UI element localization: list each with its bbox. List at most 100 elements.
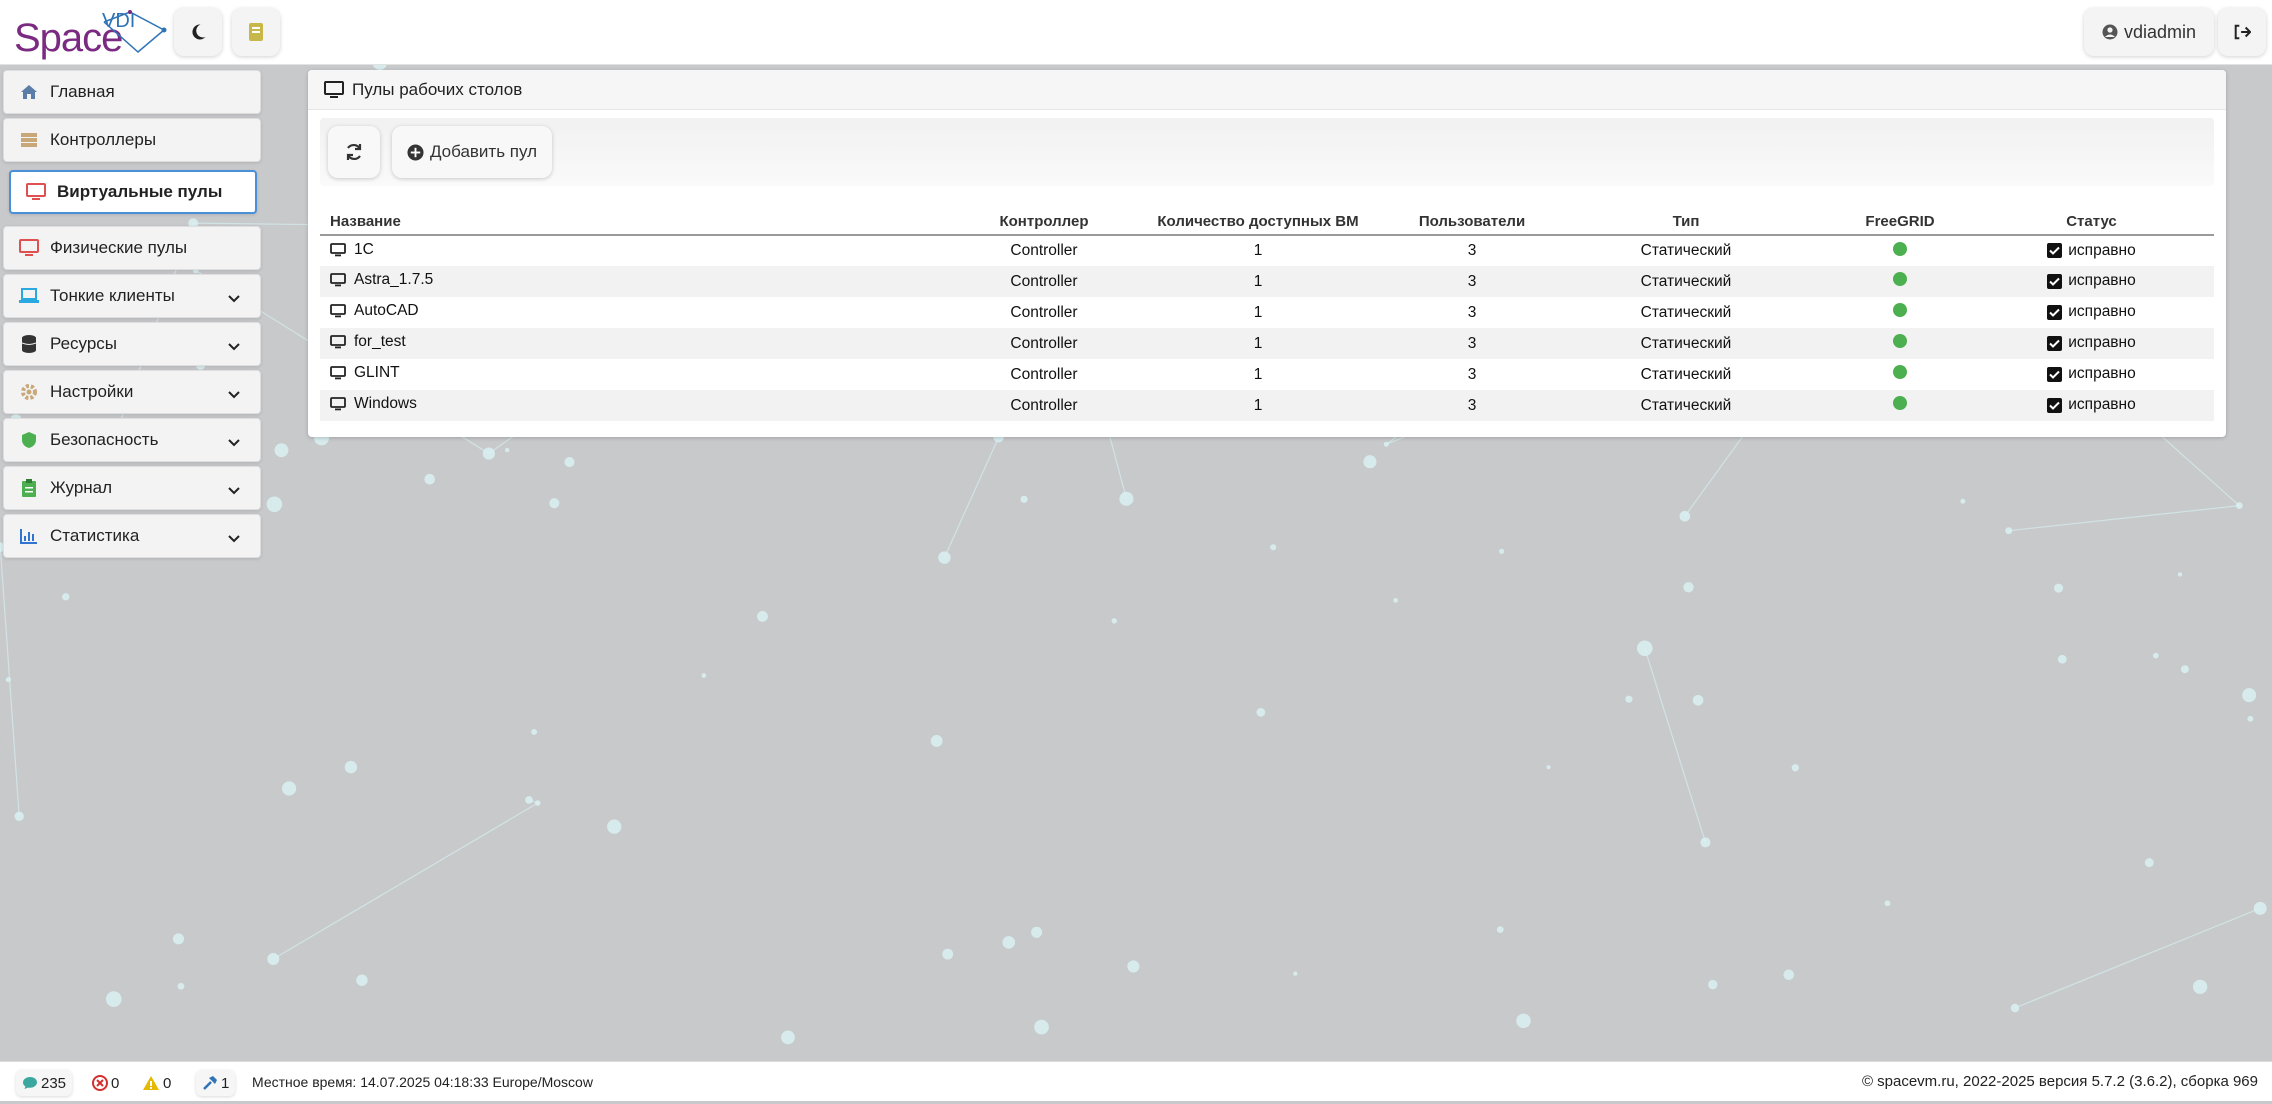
sidebar-item-label: Физические пулы <box>50 238 188 257</box>
pool-name[interactable]: Windows <box>354 395 417 413</box>
freegrid-cell <box>1831 235 1969 266</box>
col-status-header[interactable]: Статус <box>1969 208 2214 236</box>
pool-name-cell[interactable]: for_test <box>320 328 975 359</box>
logout-button[interactable] <box>2218 8 2266 56</box>
table-row[interactable]: Astra_1.7.5 Controller 1 3 Статический исправ… <box>320 266 2214 297</box>
check-square-icon <box>2047 335 2063 351</box>
gear-icon <box>18 381 40 403</box>
desktop-icon <box>25 181 47 203</box>
sidebar-item-journal[interactable]: Журнал <box>3 466 261 510</box>
sidebar-item-settings[interactable]: Настройки <box>3 370 261 414</box>
sidebar-item-home[interactable]: Главная <box>3 70 261 114</box>
table-row[interactable]: AutoCAD Controller 1 3 Статический исправно <box>320 297 2214 328</box>
sidebar-item-resources[interactable]: Ресурсы <box>3 322 261 366</box>
col-freegrid-header[interactable]: FreeGRID <box>1831 208 1969 236</box>
footer: 235 0 0 1 Местное время: 14.07.2025 04:1… <box>0 1061 2272 1101</box>
clipboard-icon <box>18 477 40 499</box>
sidebar-item-label: Тонкие клиенты <box>50 286 175 305</box>
check-square-icon <box>2047 243 2063 259</box>
col-users-header[interactable]: Пользователи <box>1403 208 1541 236</box>
desktop-icon <box>18 237 40 259</box>
table-row[interactable]: GLINT Controller 1 3 Статический исправно <box>320 359 2214 390</box>
freegrid-status-dot <box>1893 303 1907 317</box>
status-cell: исправно <box>1969 390 2214 421</box>
tasks-badge[interactable]: 1 <box>196 1070 236 1096</box>
top-header: Space VDI vdiadmin <box>0 0 2272 65</box>
table-row[interactable]: Windows Controller 1 3 Статический исправно <box>320 390 2214 421</box>
add-pool-button[interactable]: Добавить пул <box>392 126 552 178</box>
sidebar-item-physical-pools[interactable]: Физические пулы <box>3 226 261 270</box>
freegrid-cell <box>1831 390 1969 421</box>
database-icon <box>18 333 40 355</box>
desktop-icon <box>324 80 344 99</box>
spacevdi-logo[interactable]: Space VDI <box>14 6 167 60</box>
errors-badge[interactable]: 0 <box>86 1070 125 1096</box>
pool-name[interactable]: GLINT <box>354 364 400 382</box>
type-cell: Статический <box>1541 328 1831 359</box>
comment-icon <box>23 1077 37 1089</box>
freegrid-status-dot <box>1893 272 1907 286</box>
users-cell: 3 <box>1403 266 1541 297</box>
pool-name-cell[interactable]: Astra_1.7.5 <box>320 266 975 297</box>
check-square-icon <box>2047 366 2063 382</box>
check-square-icon <box>2047 397 2063 413</box>
add-pool-label: Добавить пул <box>429 142 538 161</box>
vm-count-cell: 1 <box>1113 328 1403 359</box>
sidebar-item-controllers[interactable]: Контроллеры <box>3 118 261 162</box>
desktop-icon <box>330 304 346 318</box>
pool-name-cell[interactable]: 1C <box>320 235 975 266</box>
table-row[interactable]: 1C Controller 1 3 Статический исправно <box>320 235 2214 266</box>
desktop-icon <box>330 397 346 411</box>
server-icon <box>18 129 40 151</box>
messages-badge[interactable]: 235 <box>16 1070 73 1096</box>
table-row[interactable]: for_test Controller 1 3 Статический исправно <box>320 328 2214 359</box>
pool-name[interactable]: AutoCAD <box>354 302 419 320</box>
panel-title: Пулы рабочих столов <box>352 79 523 99</box>
type-cell: Статический <box>1541 266 1831 297</box>
sidebar-item-virtual-pools[interactable]: Виртуальные пулы <box>9 170 257 214</box>
vm-count-cell: 1 <box>1253 303 1263 321</box>
sidebar-item-label: Безопасность <box>50 430 159 449</box>
status-cell: исправно <box>1969 328 2214 359</box>
refresh-button[interactable] <box>328 126 380 178</box>
error-icon <box>92 1075 108 1091</box>
freegrid-cell <box>1831 328 1969 359</box>
pool-name[interactable]: 1C <box>354 241 374 259</box>
col-type-header[interactable]: Тип <box>1541 208 1831 236</box>
table-header-row: Название Контроллер Количество доступных… <box>320 208 2214 236</box>
pool-name-cell[interactable]: GLINT <box>320 359 975 390</box>
controller-cell: Controller <box>1010 365 1078 383</box>
vm-count-cell: 1 <box>1253 242 1263 259</box>
pool-name[interactable]: for_test <box>354 333 406 351</box>
warnings-badge[interactable]: 0 <box>136 1070 177 1096</box>
theme-toggle-button[interactable] <box>174 8 222 56</box>
moon-icon <box>192 24 206 40</box>
col-name-header[interactable]: Название <box>320 208 975 236</box>
local-time: Местное время: 14.07.2025 04:18:33 Europ… <box>252 1074 593 1090</box>
pool-name-cell[interactable]: Windows <box>320 390 975 421</box>
sidebar-item-thin-clients[interactable]: Тонкие клиенты <box>3 274 261 318</box>
freegrid-status-dot <box>1893 365 1907 379</box>
errors-count: 0 <box>111 1074 120 1092</box>
desktop-icon <box>330 366 346 380</box>
col-controller-header[interactable]: Контроллер <box>975 208 1113 236</box>
vm-count-cell: 1 <box>1253 365 1263 383</box>
docs-button[interactable] <box>232 8 280 56</box>
warnings-count: 0 <box>163 1074 172 1092</box>
type-cell: Статический <box>1640 365 1732 383</box>
freegrid-status-dot <box>1893 241 1907 256</box>
col-vm-count-header[interactable]: Количество доступных ВМ <box>1113 208 1403 236</box>
pool-name-cell[interactable]: AutoCAD <box>320 297 975 328</box>
type-cell: Статический <box>1640 242 1732 259</box>
warning-icon <box>143 1076 159 1090</box>
user-menu-button[interactable]: vdiadmin <box>2084 8 2215 56</box>
sidebar-item-statistics[interactable]: Статистика <box>3 514 261 558</box>
sidebar-item-security[interactable]: Безопасность <box>3 418 261 462</box>
sidebar-item-label: Статистика <box>50 526 140 545</box>
pool-name[interactable]: Astra_1.7.5 <box>354 271 433 289</box>
controller-cell: Controller <box>975 390 1113 421</box>
chevron-down-icon <box>228 337 240 357</box>
status-cell: исправно <box>1969 297 2214 328</box>
sidebar-item-label: Главная <box>50 82 115 101</box>
laptop-icon <box>18 285 40 307</box>
